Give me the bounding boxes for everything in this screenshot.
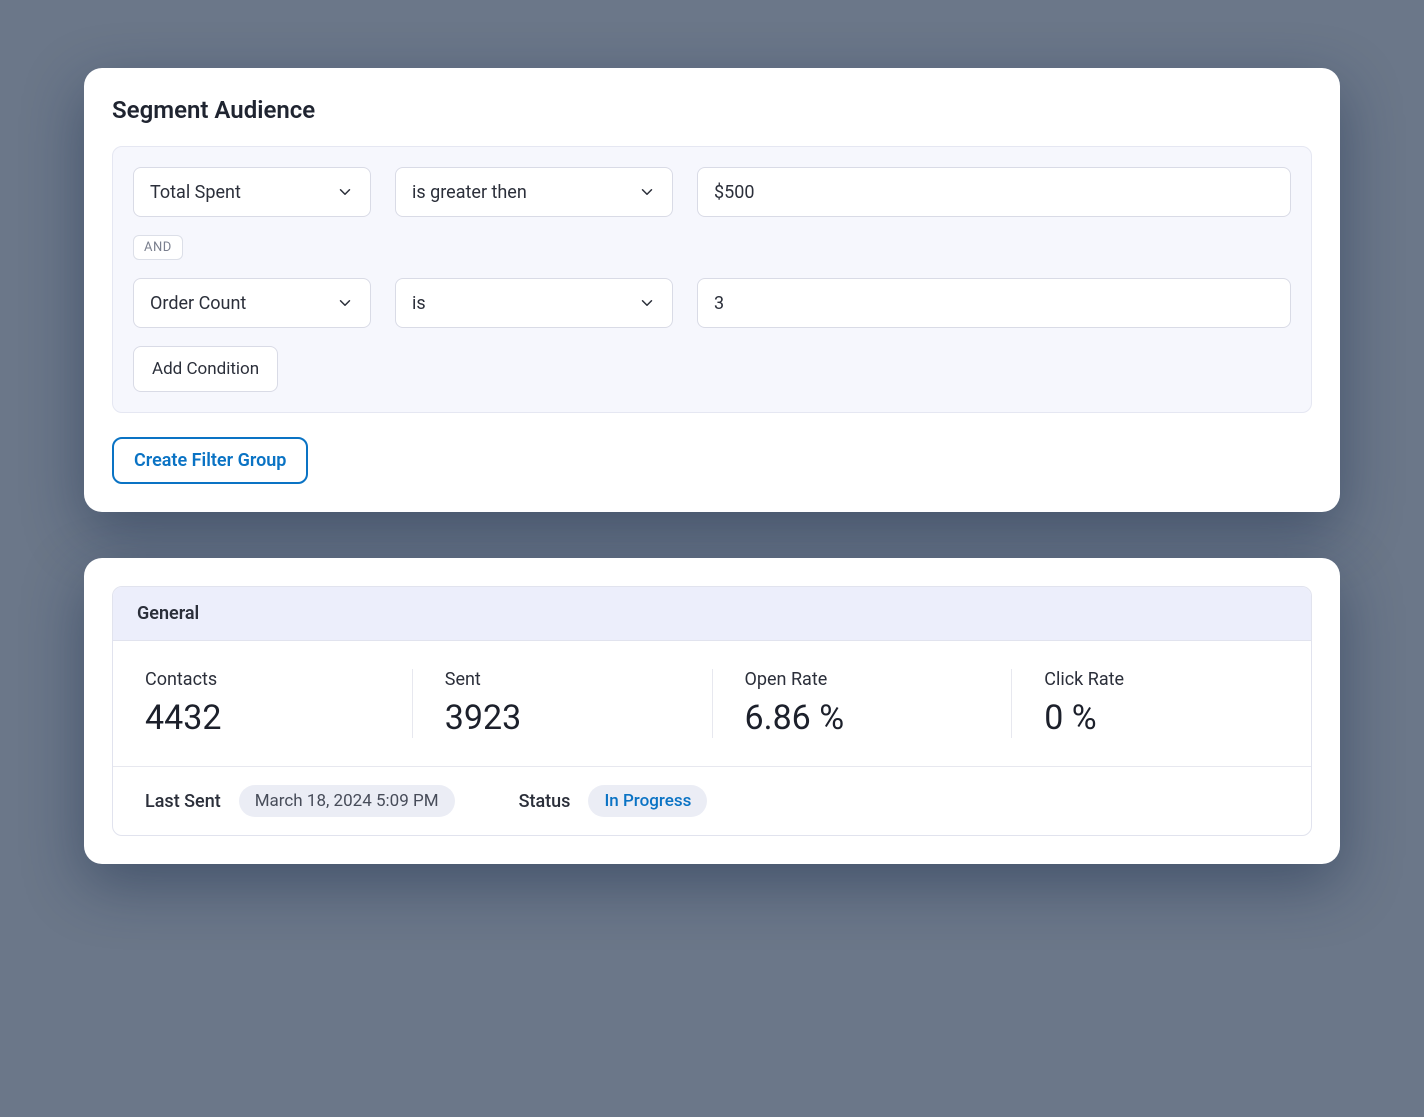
stat-value: 3923	[445, 698, 680, 738]
stat-label: Sent	[445, 669, 680, 690]
stat-click-rate: Click Rate 0 %	[1012, 669, 1311, 738]
stat-value: 0 %	[1044, 698, 1279, 738]
last-sent-value: March 18, 2024 5:09 PM	[239, 785, 455, 817]
status-label: Status	[519, 791, 571, 812]
stat-label: Contacts	[145, 669, 380, 690]
general-stats-card: General Contacts 4432 Sent 3923 Open Rat…	[84, 558, 1340, 864]
segment-title: Segment Audience	[112, 96, 1312, 124]
condition-row: Total Spent is greater then	[133, 167, 1291, 217]
field-select[interactable]: Total Spent	[133, 167, 371, 217]
condition-row: Order Count is	[133, 278, 1291, 328]
chevron-down-icon	[638, 183, 656, 201]
stat-label: Open Rate	[745, 669, 980, 690]
stat-value: 4432	[145, 698, 380, 738]
last-sent-label: Last Sent	[145, 791, 221, 812]
status-badge: In Progress	[588, 785, 707, 817]
value-input[interactable]	[697, 167, 1291, 217]
stat-label: Click Rate	[1044, 669, 1279, 690]
chevron-down-icon	[336, 183, 354, 201]
stat-open-rate: Open Rate 6.86 %	[713, 669, 1013, 738]
chevron-down-icon	[638, 294, 656, 312]
field-select-label: Order Count	[150, 293, 246, 314]
add-condition-button[interactable]: Add Condition	[133, 346, 278, 392]
stat-sent: Sent 3923	[413, 669, 713, 738]
filter-panel: Total Spent is greater then AND Order Co…	[112, 146, 1312, 413]
stat-value: 6.86 %	[745, 698, 980, 738]
chevron-down-icon	[336, 294, 354, 312]
stats-row: Contacts 4432 Sent 3923 Open Rate 6.86 %…	[113, 641, 1311, 766]
general-header: General	[113, 587, 1311, 641]
operator-select[interactable]: is	[395, 278, 673, 328]
operator-select-label: is greater then	[412, 182, 527, 203]
general-footer: Last Sent March 18, 2024 5:09 PM Status …	[113, 766, 1311, 835]
operator-select[interactable]: is greater then	[395, 167, 673, 217]
segment-audience-card: Segment Audience Total Spent is greater …	[84, 68, 1340, 512]
field-select-label: Total Spent	[150, 182, 241, 203]
stat-contacts: Contacts 4432	[113, 669, 413, 738]
field-select[interactable]: Order Count	[133, 278, 371, 328]
operator-select-label: is	[412, 293, 426, 314]
create-filter-group-button[interactable]: Create Filter Group	[112, 437, 308, 484]
general-panel: General Contacts 4432 Sent 3923 Open Rat…	[112, 586, 1312, 836]
and-joiner-badge: AND	[133, 235, 183, 260]
value-input[interactable]	[697, 278, 1291, 328]
